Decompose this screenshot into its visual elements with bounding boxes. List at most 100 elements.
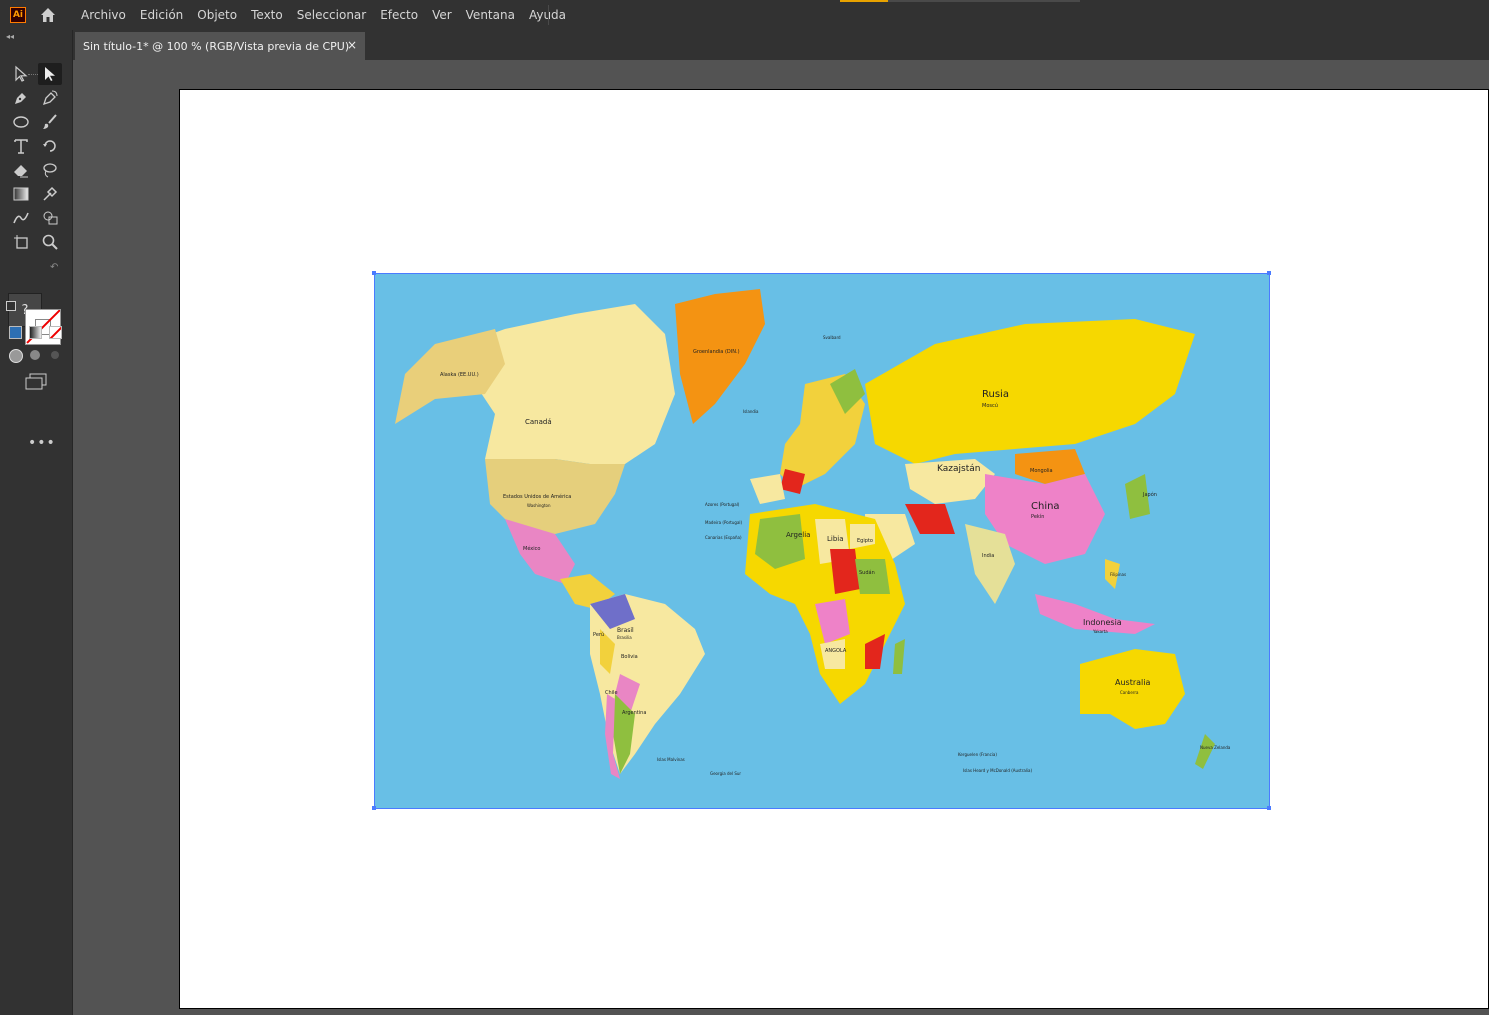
spain-shape bbox=[750, 474, 785, 504]
label-china-cap: Pekín bbox=[1031, 513, 1044, 520]
gradient-tool-icon[interactable] bbox=[9, 183, 33, 205]
menu-edicion[interactable]: Edición bbox=[133, 0, 190, 30]
workspace-accent bbox=[840, 0, 888, 2]
label-south-georgia: Georgia del Sur bbox=[710, 771, 741, 776]
close-tab-icon[interactable]: × bbox=[347, 38, 357, 52]
label-libya: Libia bbox=[827, 535, 844, 543]
menu-bar: Ai Archivo Edición Objeto Texto Seleccio… bbox=[0, 0, 1489, 30]
label-greenland: Groenlandia (DIN.) bbox=[693, 349, 740, 355]
menu-seleccionar[interactable]: Seleccionar bbox=[290, 0, 373, 30]
label-mongolia: Mongolia bbox=[1030, 468, 1053, 474]
label-new-zealand: Nueva Zelanda bbox=[1200, 745, 1231, 750]
pen-tool-icon[interactable] bbox=[9, 87, 33, 109]
artboard-tool-icon[interactable] bbox=[9, 231, 33, 253]
label-peru: Perú bbox=[593, 631, 604, 638]
selection-handle[interactable] bbox=[1267, 271, 1271, 275]
shape-builder-tool-icon[interactable] bbox=[38, 207, 62, 229]
more-tools-icon[interactable]: ••• bbox=[28, 435, 56, 451]
label-russia-cap: Moscú bbox=[982, 402, 998, 409]
madagascar-shape bbox=[893, 639, 905, 674]
curvature-tool-icon[interactable] bbox=[38, 87, 62, 109]
label-bolivia: Bolivia bbox=[621, 654, 638, 660]
menu-efecto[interactable]: Efecto bbox=[373, 0, 425, 30]
app-logo: Ai bbox=[10, 7, 26, 23]
selection-handle[interactable] bbox=[372, 271, 376, 275]
world-map-image[interactable]: Canadá Alaska (EE.UU.) Estados Unidos de… bbox=[374, 273, 1270, 809]
sudan-shape bbox=[855, 559, 890, 594]
color-mode-icon[interactable] bbox=[9, 326, 22, 339]
draw-normal-icon[interactable] bbox=[9, 349, 23, 363]
label-algeria: Argelia bbox=[786, 531, 810, 539]
label-iceland: Islandia bbox=[743, 409, 759, 414]
label-kerguelen: Kerguelen (Francia) bbox=[958, 752, 997, 757]
lasso-tool-icon[interactable] bbox=[38, 159, 62, 181]
screen-mode-icon[interactable] bbox=[24, 372, 48, 390]
label-philippines: Filipinas bbox=[1110, 572, 1126, 577]
eraser-tool-icon[interactable] bbox=[9, 159, 33, 181]
label-madeira: Madeira (Portugal) bbox=[705, 520, 743, 525]
home-icon[interactable] bbox=[38, 5, 58, 25]
collapse-panel-icon[interactable]: ◂◂ bbox=[6, 32, 14, 41]
australia-shape bbox=[1080, 649, 1185, 729]
rotate-tool-icon[interactable] bbox=[38, 135, 62, 157]
label-heard: Islas Heard y McDonald (Australia) bbox=[963, 768, 1032, 773]
label-brazil: Brasil bbox=[617, 627, 634, 634]
label-usa: Estados Unidos de América bbox=[503, 493, 571, 500]
document-tab[interactable]: Sin título-1* @ 100 % (RGB/Vista previa … bbox=[75, 32, 365, 60]
label-japan: Japón bbox=[1142, 491, 1157, 498]
label-russia: Rusia bbox=[982, 389, 1009, 400]
menu-texto[interactable]: Texto bbox=[244, 0, 290, 30]
indonesia-shape bbox=[1035, 594, 1155, 634]
iran-shape bbox=[905, 504, 955, 534]
label-angola: ANGOLA bbox=[825, 648, 847, 654]
swap-colors-icon[interactable]: ↶ bbox=[50, 262, 58, 273]
label-falklands: Islas Malvinas bbox=[657, 757, 685, 762]
menu-ventana[interactable]: Ventana bbox=[459, 0, 522, 30]
label-azores: Azores (Portugal) bbox=[705, 502, 740, 507]
draw-inside-icon[interactable] bbox=[51, 351, 59, 359]
menu-divider bbox=[548, 5, 549, 25]
label-mexico: México bbox=[523, 545, 540, 552]
tools-panel: ◂◂ ↶ ? bbox=[0, 30, 73, 1015]
default-colors-icon[interactable] bbox=[6, 301, 16, 311]
ellipse-tool-icon[interactable] bbox=[9, 111, 33, 133]
zoom-tool-icon[interactable] bbox=[38, 231, 62, 253]
none-mode-icon[interactable] bbox=[49, 326, 62, 339]
menu-items: Archivo Edición Objeto Texto Seleccionar… bbox=[74, 0, 573, 30]
document-tab-title: Sin título-1* @ 100 % (RGB/Vista previa … bbox=[83, 39, 350, 53]
blend-tool-icon[interactable] bbox=[9, 207, 33, 229]
type-tool-icon[interactable] bbox=[9, 135, 33, 157]
label-canada: Canadá bbox=[525, 418, 552, 426]
label-kazakhstan: Kazajstán bbox=[937, 464, 980, 474]
label-svalbard: Svalbard bbox=[823, 335, 841, 340]
label-brazil-cap: Brasilia bbox=[617, 635, 632, 640]
draw-behind-icon[interactable] bbox=[30, 350, 40, 360]
greenland-shape bbox=[675, 289, 765, 424]
gradient-mode-icon[interactable] bbox=[29, 326, 42, 339]
eyedropper-tool-icon[interactable] bbox=[38, 183, 62, 205]
label-egypt: Egipto bbox=[857, 538, 873, 544]
menu-ver[interactable]: Ver bbox=[425, 0, 459, 30]
russia-shape bbox=[865, 319, 1195, 464]
world-map-graphic: Canadá Alaska (EE.UU.) Estados Unidos de… bbox=[395, 289, 1231, 779]
selection-tool-icon[interactable] bbox=[9, 63, 33, 85]
label-australia-cap: Canberra bbox=[1120, 690, 1139, 695]
label-australia: Australia bbox=[1115, 678, 1150, 687]
label-usa-cap: Washington bbox=[527, 503, 551, 508]
label-argentina: Argentina bbox=[622, 710, 646, 716]
selection-handle[interactable] bbox=[1267, 806, 1271, 810]
label-china: China bbox=[1031, 501, 1060, 512]
label-indonesia-cap: Yakarta bbox=[1092, 629, 1108, 634]
paintbrush-tool-icon[interactable] bbox=[38, 111, 62, 133]
menu-objeto[interactable]: Objeto bbox=[190, 0, 244, 30]
label-sudan: Sudán bbox=[859, 569, 875, 576]
menu-archivo[interactable]: Archivo bbox=[74, 0, 133, 30]
label-canarias: Canarias (España) bbox=[705, 535, 742, 540]
new-zealand-shape bbox=[1195, 734, 1215, 769]
label-indonesia: Indonesia bbox=[1083, 618, 1122, 627]
selection-handle[interactable] bbox=[372, 806, 376, 810]
document-tab-bar: Sin título-1* @ 100 % (RGB/Vista previa … bbox=[73, 30, 1489, 60]
label-alaska: Alaska (EE.UU.) bbox=[440, 372, 479, 378]
direct-selection-tool-icon[interactable] bbox=[38, 63, 62, 85]
chad-shape bbox=[830, 549, 860, 594]
